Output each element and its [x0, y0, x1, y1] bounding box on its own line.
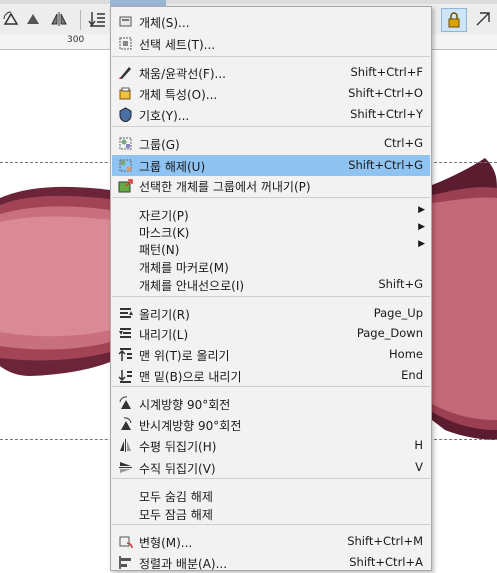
- menu-item[interactable]: 모두 잠금 해제: [112, 503, 430, 524]
- menu-item-label: 맨 밑(B)으로 내리기: [139, 370, 242, 384]
- menu-item[interactable]: 맨 위(T)로 올리기 Home: [112, 344, 430, 365]
- menu-item[interactable]: 변형(M)... Shift+Ctrl+M: [112, 531, 430, 552]
- menu-item-label: 시계방향 90°회전: [139, 398, 231, 412]
- menu-item[interactable]: 정렬과 배분(A)... Shift+Ctrl+A: [112, 552, 430, 573]
- menu-item-label: 올리기(R): [139, 308, 190, 322]
- menu-item-label: 모두 잠금 해제: [139, 508, 213, 522]
- menu-item-shortcut: Shift+Ctrl+M: [347, 534, 423, 548]
- ruler-label: 300: [67, 35, 85, 45]
- menu-item[interactable]: 그룹(G) Ctrl+G: [112, 133, 430, 154]
- menu-item[interactable]: 맨 밑(B)으로 내리기 End: [112, 365, 430, 386]
- toolbar-separator: [80, 10, 81, 30]
- lower-to-bottom-icon: [118, 370, 132, 383]
- menu-item-shortcut: Page_Down: [356, 326, 423, 340]
- menu-item[interactable]: 채움/윤곽선(F)... Shift+Ctrl+F: [112, 62, 430, 83]
- transform-icon: [119, 536, 133, 549]
- menu-item-label: 맨 위(T)로 올리기: [139, 349, 230, 363]
- menu-item-label: 선택한 개체를 그룹에서 꺼내기(P): [139, 180, 311, 194]
- menu-item-shortcut: Page_Up: [373, 306, 423, 320]
- rotate-cw-icon[interactable]: [24, 10, 42, 28]
- submenu-arrow-icon: ▶: [418, 205, 425, 215]
- object-menu: 개체(S)... 선택 세트(T)... 채움/윤곽선(F)... Shift+Ctr…: [110, 6, 432, 571]
- menu-item[interactable]: 개체 특성(O)... Shift+Ctrl+O: [112, 83, 430, 104]
- lower-icon: [119, 328, 131, 338]
- menu-item-shortcut: Shift+Ctrl+A: [349, 555, 423, 569]
- menu-item-label: 그룹 해제(U): [139, 160, 206, 174]
- align-distribute-icon: [119, 556, 131, 569]
- rotate-ccw-icon: [121, 417, 132, 430]
- menu-item-shortcut: H: [414, 438, 423, 452]
- menu-item-label: 변형(M)...: [139, 536, 193, 550]
- flip-horizontal-icon: [120, 439, 131, 452]
- menu-item-shortcut: Shift+Ctrl+F: [350, 65, 424, 79]
- flip-vertical-icon: [119, 462, 132, 473]
- menu-item-shortcut: Shift+Ctrl+G: [348, 158, 423, 172]
- raise-icon: [120, 308, 133, 318]
- menu-item-shortcut: Shift+Ctrl+Y: [350, 107, 423, 121]
- lock-button[interactable]: [441, 8, 467, 32]
- menu-separator: [112, 296, 430, 297]
- menu-item-label: 개체 특성(O)...: [139, 88, 218, 102]
- menu-separator: [112, 386, 430, 387]
- menu-item-label: 정렬과 배분(A)...: [139, 557, 228, 571]
- menu-item[interactable]: 수직 뒤집기(V) V: [112, 457, 430, 478]
- pop-from-group-icon: [118, 179, 133, 193]
- menu-item-label: 선택 세트(T)...: [139, 38, 216, 52]
- submenu-arrow-icon: ▶: [418, 239, 425, 249]
- raise-to-top-icon: [118, 348, 132, 361]
- rotate-cw-icon: [119, 396, 131, 409]
- submenu-arrow-icon: ▶: [418, 222, 425, 232]
- menu-item[interactable]: 개체(S)...: [112, 11, 430, 32]
- menu-item[interactable]: 올리기(R) Page_Up: [112, 303, 430, 324]
- menu-item-label: 내리기(L): [139, 328, 189, 342]
- menu-separator: [112, 56, 430, 57]
- menu-item-shortcut: V: [415, 460, 423, 474]
- menu-item[interactable]: 내리기(L) Page_Down: [112, 323, 430, 344]
- lower-to-bottom-icon[interactable]: [88, 10, 106, 28]
- menu-item[interactable]: 개체를 안내선으로(I) Shift+G: [112, 274, 430, 295]
- menu-item-shortcut: Shift+Ctrl+O: [348, 86, 423, 100]
- selection-set-icon: [119, 37, 132, 50]
- menu-item[interactable]: 수평 뒤집기(H) H: [112, 435, 430, 456]
- menu-separator: [112, 524, 430, 525]
- symbols-icon: [119, 107, 132, 122]
- menu-item-label: 반시계방향 90°회전: [139, 419, 242, 433]
- menu-item-shortcut: Ctrl+G: [383, 136, 423, 150]
- menu-item[interactable]: 기호(Y)... Shift+Ctrl+Y: [112, 104, 430, 125]
- fill-stroke-icon: [119, 67, 131, 79]
- flip-horizontal-icon[interactable]: [50, 10, 68, 28]
- object-icon: [119, 16, 132, 27]
- menu-item-shortcut: Shift+G: [378, 277, 423, 291]
- menu-item-shortcut: Home: [389, 347, 423, 361]
- menu-item[interactable]: 반시계방향 90°회전: [112, 414, 430, 435]
- snap-icon[interactable]: [474, 10, 492, 28]
- menu-item-label: 채움/윤곽선(F)...: [139, 67, 226, 81]
- group-icon: [119, 137, 132, 150]
- menu-item-label: 그룹(G): [139, 138, 180, 152]
- lock-icon: [448, 12, 460, 28]
- menu-separator: [112, 197, 430, 198]
- rotate-ccw-icon[interactable]: [2, 10, 20, 28]
- menu-item-label: 기호(Y)...: [139, 109, 190, 123]
- menu-separator: [112, 478, 430, 479]
- menubar-strip: [0, 0, 497, 4]
- menu-item-label: 수직 뒤집기(V): [139, 462, 216, 476]
- menu-item-label: 수평 뒤집기(H): [139, 440, 217, 454]
- ungroup-icon: [119, 159, 132, 172]
- menu-item[interactable]: 시계방향 90°회전: [112, 393, 430, 414]
- menu-item[interactable]: 그룹 해제(U) Shift+Ctrl+G: [112, 155, 430, 176]
- menu-item-shortcut: End: [401, 368, 423, 382]
- menu-item[interactable]: 선택한 개체를 그룹에서 꺼내기(P): [112, 175, 430, 196]
- menu-item-label: 개체(S)...: [139, 16, 190, 30]
- object-properties-icon: [119, 87, 131, 100]
- menu-item[interactable]: 선택 세트(T)...: [112, 33, 430, 54]
- menu-item-label: 개체를 안내선으로(I): [139, 279, 245, 293]
- menu-separator: [112, 126, 430, 127]
